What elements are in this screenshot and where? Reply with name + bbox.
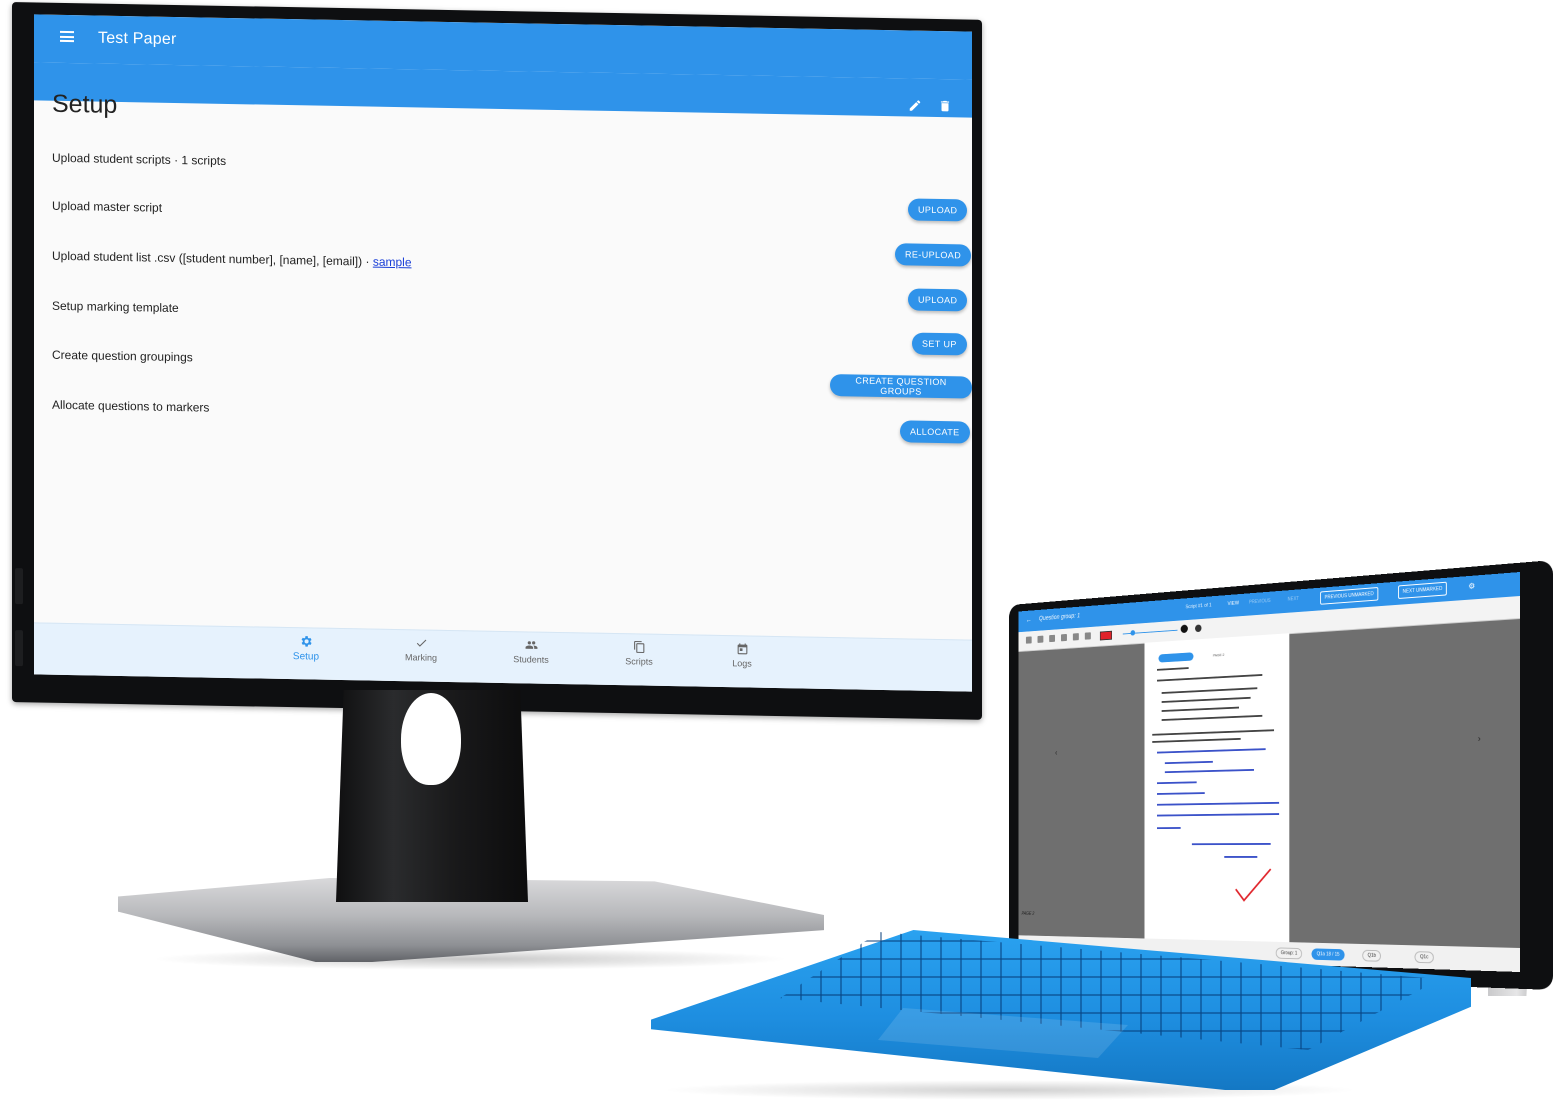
question-text-line xyxy=(1162,715,1263,721)
question-text-line xyxy=(1157,674,1262,681)
check-icon xyxy=(415,636,428,649)
slider-knob[interactable] xyxy=(1130,630,1135,636)
gear-icon xyxy=(299,634,313,648)
group-chip[interactable]: Group: 1 xyxy=(1276,947,1303,959)
step-label-upload-student-list: Upload student list .csv ([student numbe… xyxy=(52,249,412,270)
upload-student-list-button[interactable]: UPLOAD xyxy=(908,288,967,311)
monitor-menu-button xyxy=(15,630,23,666)
prev-page-arrow-icon[interactable]: ‹ xyxy=(1055,748,1057,757)
question-text-line xyxy=(1162,697,1251,703)
reupload-master-button[interactable]: RE-UPLOAD xyxy=(895,243,971,266)
monitor-stand-cable-hole xyxy=(401,693,461,785)
nav-students[interactable]: Students xyxy=(496,638,566,665)
nav-marking-label: Marking xyxy=(405,652,437,663)
pen-icon[interactable] xyxy=(1026,636,1032,643)
question-chip-q1c[interactable]: Q1c xyxy=(1415,951,1434,963)
nav-setup[interactable]: Setup xyxy=(271,634,341,663)
page-number: PAGE 2 xyxy=(1213,652,1225,657)
handwritten-answer-line xyxy=(1157,827,1181,829)
settings-icon[interactable]: ⚙ xyxy=(1468,581,1475,590)
nav-logs-label: Logs xyxy=(732,658,752,668)
monitor-power-button xyxy=(15,568,23,604)
app-title: Test Paper xyxy=(98,30,176,49)
question-text-line xyxy=(1162,707,1239,712)
setup-template-button[interactable]: SET UP xyxy=(912,332,967,355)
menu-icon[interactable] xyxy=(60,31,74,42)
handwritten-answer-line xyxy=(1165,769,1254,773)
bottom-nav: Setup Marking Students Scripts Logs xyxy=(34,622,972,691)
handwritten-answer-line xyxy=(1157,781,1197,783)
handwritten-answer-line xyxy=(1157,802,1279,805)
step-label-upload-master: Upload master script xyxy=(52,199,162,215)
question-chip-q1a[interactable]: Q1a 18 / 15 xyxy=(1312,948,1345,960)
nav-students-label: Students xyxy=(513,654,549,665)
question-chip-q1b[interactable]: Q1b xyxy=(1362,950,1381,962)
nav-logs[interactable]: Logs xyxy=(707,642,777,669)
page-title: Setup xyxy=(52,90,117,120)
handwritten-answer-line xyxy=(1157,748,1266,753)
script-page: PAGE 2 xyxy=(1144,633,1289,942)
step-label-upload-student-list-text: Upload student list .csv ([student numbe… xyxy=(52,249,373,269)
step-label-upload-scripts: Upload student scripts · 1 scripts xyxy=(52,151,226,168)
question-group-title: Question group: 1 xyxy=(1039,613,1080,622)
monitor-bezel: Test Paper Setup Upload student scripts … xyxy=(12,2,982,720)
step-label-marking-template: Setup marking template xyxy=(52,299,179,315)
next-unmarked-button[interactable]: NEXT UNMARKED xyxy=(1398,582,1447,599)
nav-scripts-label: Scripts xyxy=(625,656,653,667)
eraser-icon[interactable] xyxy=(1037,636,1043,643)
people-icon xyxy=(525,638,538,651)
handwritten-answer-line xyxy=(1165,761,1213,764)
textbox-icon[interactable] xyxy=(1073,633,1079,640)
handwritten-answer-line xyxy=(1224,856,1257,857)
edit-icon[interactable] xyxy=(908,98,922,112)
handwritten-answer-line xyxy=(1157,813,1279,816)
delete-icon[interactable] xyxy=(938,99,952,113)
red-tick-mark xyxy=(1234,867,1272,904)
brush-preview xyxy=(1181,625,1188,634)
instruction-line xyxy=(1152,738,1240,743)
view-button[interactable]: VIEW xyxy=(1228,601,1240,607)
calendar-icon xyxy=(736,642,749,655)
next-button[interactable]: NEXT xyxy=(1288,596,1299,602)
hand-icon[interactable] xyxy=(1085,632,1091,639)
back-arrow-icon[interactable]: ← xyxy=(1026,616,1032,624)
question-chip[interactable] xyxy=(1159,652,1194,662)
previous-button[interactable]: PREVIOUS xyxy=(1249,598,1271,605)
question-text-line xyxy=(1162,687,1258,693)
monitor-screen: Test Paper Setup Upload student scripts … xyxy=(34,14,972,691)
color-swatch[interactable] xyxy=(1100,631,1112,641)
script-info: Script #1 of 1 xyxy=(1185,603,1211,610)
create-question-groups-button[interactable]: CREATE QUESTION GROUPS xyxy=(830,374,972,399)
page-footer-label: PAGE 2 xyxy=(1022,911,1035,916)
allocate-button[interactable]: ALLOCATE xyxy=(900,420,970,443)
sample-link[interactable]: sample xyxy=(373,255,412,270)
handwritten-answer-line xyxy=(1157,792,1205,794)
help-icon[interactable] xyxy=(1195,624,1201,632)
next-page-arrow-icon[interactable]: › xyxy=(1478,733,1481,743)
nav-scripts[interactable]: Scripts xyxy=(604,640,674,667)
previous-unmarked-button[interactable]: PREVIOUS UNMARKED xyxy=(1320,587,1378,605)
files-icon xyxy=(633,640,646,653)
handwritten-answer-line xyxy=(1192,843,1271,845)
divider-line xyxy=(1152,729,1274,735)
tick-icon[interactable] xyxy=(1061,634,1067,641)
question-text-line xyxy=(1157,667,1189,670)
rectangle-icon[interactable] xyxy=(1049,635,1055,642)
upload-scripts-button[interactable]: UPLOAD xyxy=(908,198,967,221)
nav-marking[interactable]: Marking xyxy=(386,636,456,663)
step-label-allocate: Allocate questions to markers xyxy=(52,398,209,415)
tablet-screen: ← Question group: 1 Script #1 of 1 VIEW … xyxy=(1019,572,1520,972)
step-label-question-groupings: Create question groupings xyxy=(52,348,193,365)
nav-setup-label: Setup xyxy=(293,651,319,662)
